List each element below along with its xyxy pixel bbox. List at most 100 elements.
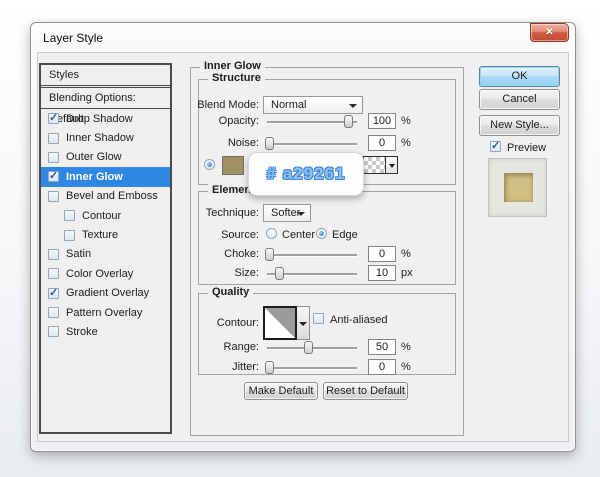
chevron-down-icon: [297, 212, 305, 216]
sidebar-item-gradient-overlay[interactable]: Gradient Overlay: [41, 284, 170, 303]
sidebar-item-stroke[interactable]: Stroke: [41, 322, 170, 341]
sidebar-item-label: Gradient Overlay: [66, 287, 150, 300]
style-checkbox-icon[interactable]: [48, 170, 59, 183]
sidebar-item-inner-glow[interactable]: Inner Glow: [41, 167, 170, 187]
sidebar-item-outer-glow[interactable]: Outer Glow: [41, 148, 170, 167]
sidebar-item-color-overlay[interactable]: Color Overlay: [41, 264, 170, 283]
reset-to-default-button[interactable]: Reset to Default: [323, 382, 408, 400]
source-center-radio[interactable]: [266, 228, 277, 239]
anti-aliased-checkbox[interactable]: [313, 313, 324, 324]
jitter-slider-thumb[interactable]: [264, 361, 274, 374]
style-checkbox-icon[interactable]: [48, 268, 59, 280]
style-checkbox-icon[interactable]: [48, 190, 59, 202]
blend-mode-label: Blend Mode:: [197, 99, 259, 111]
opacity-label: Opacity:: [218, 115, 259, 127]
style-checkbox-icon[interactable]: [48, 326, 59, 338]
sidebar-item-label: Inner Glow: [66, 170, 123, 183]
style-checkbox-icon[interactable]: [48, 307, 59, 319]
quality-group-title: Quality: [208, 286, 254, 298]
close-icon[interactable]: ✕: [530, 23, 569, 42]
style-checkbox-icon[interactable]: [48, 248, 59, 260]
style-checkbox-icon[interactable]: [48, 287, 59, 299]
sidebar-item-label: Color Overlay: [66, 267, 134, 280]
jitter-input[interactable]: 0: [368, 359, 396, 375]
range-slider-thumb[interactable]: [304, 341, 314, 354]
dialog-title: Layer Style: [43, 31, 104, 45]
sidebar-item-label: Contour: [82, 209, 122, 222]
style-checkbox-icon[interactable]: [64, 210, 75, 222]
glow-color-swatch[interactable]: [222, 156, 244, 175]
sidebar-item-pattern-overlay[interactable]: Pattern Overlay: [41, 303, 170, 322]
source-center-label: Center: [282, 229, 316, 241]
preview-checkbox[interactable]: [490, 140, 501, 152]
noise-unit: %: [401, 137, 411, 149]
chevron-down-icon: [349, 104, 357, 108]
glow-color-radio[interactable]: [204, 159, 215, 170]
size-input[interactable]: 10: [368, 265, 396, 281]
blend-mode-select[interactable]: Normal: [263, 96, 363, 114]
inner-glow-group-title: Inner Glow: [200, 60, 265, 72]
source-edge-radio[interactable]: [316, 228, 327, 239]
blend-mode-value: Normal: [271, 99, 307, 111]
style-checkbox-icon[interactable]: [48, 132, 59, 144]
technique-label: Technique:: [205, 207, 259, 219]
ok-button[interactable]: OK: [479, 66, 560, 87]
choke-slider-thumb[interactable]: [264, 248, 274, 261]
range-label: Range:: [223, 341, 259, 353]
size-slider-thumb[interactable]: [274, 267, 284, 280]
range-slider[interactable]: [267, 341, 357, 354]
noise-slider-thumb[interactable]: [264, 137, 274, 150]
size-slider[interactable]: [267, 267, 357, 280]
anti-aliased-label: Anti-aliased: [330, 314, 388, 326]
technique-value: Softer: [271, 207, 301, 219]
color-hex-tooltip: # a29261: [248, 152, 364, 196]
sidebar-item-label: Outer Glow: [66, 151, 122, 164]
gradient-dropdown-icon[interactable]: [385, 157, 397, 173]
size-label: Size:: [234, 267, 259, 279]
contour-picker[interactable]: [263, 306, 297, 340]
sidebar-item-contour[interactable]: Contour: [41, 206, 170, 225]
contour-label: Contour:: [216, 317, 259, 329]
opacity-input[interactable]: 100: [368, 113, 396, 129]
sidebar-item-label: Inner Shadow: [66, 132, 134, 145]
source-label: Source:: [221, 229, 259, 241]
preview-glow-swatch: [504, 173, 533, 202]
choke-input[interactable]: 0: [368, 246, 396, 262]
noise-slider[interactable]: [264, 137, 357, 150]
technique-select[interactable]: Softer: [263, 204, 311, 222]
size-unit: px: [401, 267, 413, 279]
sidebar-item-label: Bevel and Emboss: [66, 190, 158, 203]
style-checkbox-icon[interactable]: [48, 151, 59, 163]
contour-dropdown-icon[interactable]: [297, 306, 310, 340]
opacity-slider[interactable]: [267, 115, 357, 128]
styles-panel-header: Styles: [41, 65, 170, 86]
styles-panel: Styles Blending Options: Default Drop Sh…: [39, 63, 172, 434]
style-checkbox-icon[interactable]: [48, 112, 59, 125]
gradient-checkerboard[interactable]: [364, 157, 385, 173]
layer-style-dialog: Layer Style ✕ Styles Blending Options: D…: [30, 22, 576, 452]
preview-thumbnail: [488, 158, 547, 217]
sidebar-item-bevel-and-emboss[interactable]: Bevel and Emboss: [41, 187, 170, 206]
make-default-button[interactable]: Make Default: [244, 382, 318, 400]
cancel-button[interactable]: Cancel: [479, 89, 560, 110]
color-hex-value: # a29261: [266, 164, 346, 183]
jitter-unit: %: [401, 361, 411, 373]
glow-gradient-picker[interactable]: [363, 156, 398, 174]
noise-input[interactable]: 0: [368, 135, 396, 151]
opacity-slider-thumb[interactable]: [343, 115, 353, 128]
jitter-slider[interactable]: [264, 361, 357, 374]
sidebar-item-inner-shadow[interactable]: Inner Shadow: [41, 128, 170, 147]
sidebar-item-label: Texture: [82, 229, 119, 242]
sidebar-item-blending-options[interactable]: Blending Options: Default: [41, 88, 170, 125]
style-checkbox-icon[interactable]: [64, 229, 75, 241]
source-edge-label: Edge: [332, 229, 358, 241]
range-unit: %: [401, 341, 411, 353]
styles-list: Drop Shadow Inner Shadow Outer Glow Inner G…: [41, 109, 170, 342]
new-style-button[interactable]: New Style...: [479, 115, 560, 136]
choke-label: Choke:: [224, 248, 259, 260]
sidebar-item-texture[interactable]: Texture: [41, 225, 170, 244]
sidebar-item-satin[interactable]: Satin: [41, 245, 170, 264]
choke-slider[interactable]: [264, 248, 357, 261]
jitter-label: Jitter:: [232, 361, 259, 373]
range-input[interactable]: 50: [368, 339, 396, 355]
